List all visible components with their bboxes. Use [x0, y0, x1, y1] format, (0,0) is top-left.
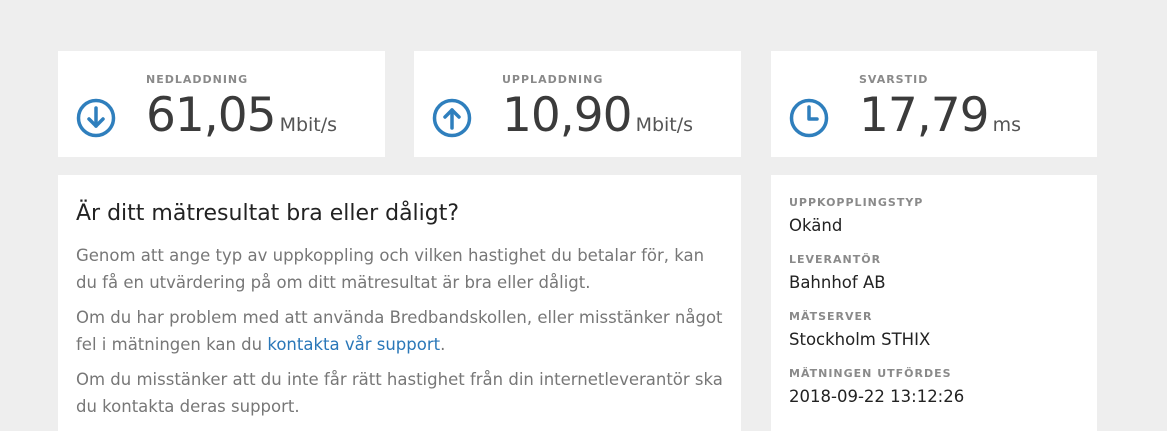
- download-card: NEDLADDNING 61,05 Mbit/s: [58, 51, 385, 157]
- evaluation-info-card: Är ditt mätresultat bra eller dåligt? Ge…: [58, 175, 741, 431]
- download-value: 61,05: [146, 88, 277, 143]
- timestamp-value: 2018-09-22 13:12:26: [789, 387, 965, 406]
- download-label: NEDLADDNING: [146, 73, 249, 86]
- connection-type-label: UPPKOPPLINGSTYP: [789, 196, 924, 209]
- ping-label: SVARSTID: [859, 73, 929, 86]
- support-text-after: .: [440, 335, 446, 354]
- upload-unit: Mbit/s: [635, 114, 694, 136]
- evaluation-paragraph-2: Om du har problem med att använda Bredba…: [76, 304, 723, 358]
- upload-label: UPPLADDNING: [502, 73, 604, 86]
- evaluation-paragraph-3: Om du misstänker att du inte får rätt ha…: [76, 370, 723, 416]
- evaluation-heading: Är ditt mätresultat bra eller dåligt?: [76, 201, 460, 226]
- ping-unit: ms: [992, 114, 1021, 136]
- timestamp-label: MÄTNINGEN UTFÖRDES: [789, 367, 952, 380]
- arrow-up-circle-icon: [432, 98, 472, 138]
- download-value-row: 61,05 Mbit/s: [146, 86, 337, 155]
- clock-icon: [789, 98, 829, 138]
- download-unit: Mbit/s: [279, 114, 338, 136]
- server-label: MÄTSERVER: [789, 310, 873, 323]
- measurement-details-card: UPPKOPPLINGSTYP Okänd LEVERANTÖR Bahnhof…: [771, 175, 1097, 431]
- contact-support-link[interactable]: kontakta vår support: [267, 335, 440, 354]
- upload-value-row: 10,90 Mbit/s: [502, 86, 693, 155]
- provider-label: LEVERANTÖR: [789, 253, 882, 266]
- upload-value: 10,90: [502, 88, 633, 143]
- upload-card: UPPLADDNING 10,90 Mbit/s: [414, 51, 741, 157]
- provider-value: Bahnhof AB: [789, 273, 886, 292]
- evaluation-paragraph-1: Genom att ange typ av uppkoppling och vi…: [76, 246, 705, 292]
- ping-value: 17,79: [859, 88, 990, 143]
- ping-card: SVARSTID 17,79 ms: [771, 51, 1097, 157]
- connection-type-value: Okänd: [789, 216, 843, 235]
- server-value: Stockholm STHIX: [789, 330, 931, 349]
- ping-value-row: 17,79 ms: [859, 86, 1021, 155]
- arrow-down-circle-icon: [76, 98, 116, 138]
